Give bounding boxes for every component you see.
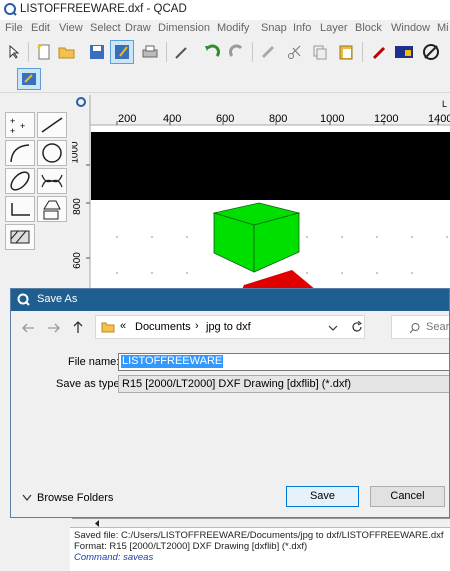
- history-line-saved: Saved file: C:/Users/LISTOFFREEWARE/Docu…: [74, 530, 444, 541]
- ruler-x-800: 800: [269, 113, 288, 125]
- secondary-toolbar: [0, 66, 450, 93]
- drawing-canvas[interactable]: 200 400 600 800 1000 1200 1400 L 1000 80…: [72, 95, 450, 300]
- pencil-icon[interactable]: [258, 42, 278, 62]
- search-box[interactable]: Sear: [391, 315, 450, 339]
- open-folder-icon[interactable]: [57, 42, 77, 62]
- ruler-x-200: 200: [118, 113, 137, 125]
- edit-mode-icon[interactable]: [17, 68, 41, 90]
- expand-chevron-icon[interactable]: [22, 494, 32, 502]
- ruler-y-800: 800: [72, 198, 83, 215]
- tool-circle[interactable]: [37, 140, 67, 166]
- menu-edit[interactable]: Edit: [31, 22, 50, 34]
- menu-bar: File Edit View Select Draw Dimension Mod…: [0, 20, 450, 38]
- menu-layer[interactable]: Layer: [320, 22, 348, 34]
- pen-icon[interactable]: [172, 42, 192, 62]
- left-panel-lower: [0, 518, 70, 570]
- save-as-dialog: Save As « Documents › jpg to dxf Sear Fi…: [10, 288, 450, 518]
- folder-icon: [101, 322, 115, 333]
- paste-icon[interactable]: [336, 42, 356, 62]
- black-band: [91, 132, 450, 200]
- svg-text:+: +: [10, 126, 15, 136]
- ruler-x-1400: 1400: [428, 113, 450, 125]
- save-type-label: Save as type:: [56, 378, 123, 390]
- ruler-x-600: 600: [216, 113, 235, 125]
- svg-text:+: +: [10, 116, 15, 126]
- copy-icon[interactable]: [310, 42, 330, 62]
- search-icon: [409, 323, 420, 334]
- dialog-titlebar[interactable]: Save As: [11, 289, 449, 311]
- menu-draw[interactable]: Draw: [125, 22, 151, 34]
- breadcrumb-prefix: «: [120, 320, 127, 332]
- menu-modify[interactable]: Modify: [217, 22, 249, 34]
- drawing-svg: [72, 95, 450, 300]
- up-arrow-icon[interactable]: [71, 319, 85, 335]
- save-as-icon[interactable]: [110, 40, 134, 64]
- file-name-label: File name:: [68, 356, 120, 368]
- tool-shapes[interactable]: [37, 196, 67, 222]
- tool-points[interactable]: + + +: [5, 112, 35, 138]
- menu-window[interactable]: Window: [391, 22, 430, 34]
- menu-more[interactable]: Mi: [437, 22, 449, 34]
- breadcrumb-documents[interactable]: Documents: [135, 321, 191, 333]
- chevron-down-icon[interactable]: [328, 324, 338, 332]
- save-disk-icon[interactable]: [87, 42, 107, 62]
- tool-line[interactable]: [37, 112, 67, 138]
- menu-info[interactable]: Info: [293, 22, 311, 34]
- tool-palette: + + +: [0, 95, 70, 300]
- main-toolbar: [0, 38, 450, 67]
- ruler-y-1000: 1000: [72, 141, 81, 164]
- circle-icon[interactable]: [421, 42, 441, 62]
- ruler-x-1200: 1200: [374, 113, 399, 125]
- tool-hatch[interactable]: [5, 224, 35, 250]
- window-title: LISTOFFREEWARE.dxf - QCAD: [20, 3, 187, 15]
- tool-spline[interactable]: [37, 168, 67, 194]
- breadcrumb-separator: ›: [195, 320, 199, 332]
- svg-text:+: +: [20, 121, 25, 131]
- menu-view[interactable]: View: [59, 22, 83, 34]
- menu-snap[interactable]: Snap: [261, 22, 287, 34]
- file-name-field[interactable]: LISTOFFREEWARE: [118, 353, 449, 371]
- browse-folders-toggle[interactable]: Browse Folders: [37, 492, 113, 504]
- zoom-corner-icon[interactable]: [76, 97, 88, 109]
- undo-icon[interactable]: [202, 42, 222, 62]
- forward-arrow-icon[interactable]: [46, 321, 62, 335]
- refresh-icon[interactable]: [351, 321, 363, 333]
- menu-block[interactable]: Block: [355, 22, 382, 34]
- ruler-y-600: 600: [72, 252, 83, 269]
- address-bar[interactable]: « Documents › jpg to dxf: [95, 315, 365, 339]
- history-line-command: Command: saveas: [74, 552, 154, 563]
- back-arrow-icon[interactable]: [20, 321, 36, 335]
- tool-polyline[interactable]: [5, 196, 35, 222]
- ruler-x-400: 400: [163, 113, 182, 125]
- tool-arc[interactable]: [5, 140, 35, 166]
- window-titlebar: LISTOFFREEWARE.dxf - QCAD: [0, 0, 450, 20]
- ruler-x-1000: 1000: [320, 113, 345, 125]
- menu-dimension[interactable]: Dimension: [158, 22, 210, 34]
- pen-color-icon[interactable]: [370, 42, 390, 62]
- command-history: Saved file: C:/Users/LISTOFFREEWARE/Docu…: [70, 527, 450, 571]
- green-cube: [212, 202, 301, 273]
- redo-icon[interactable]: [227, 42, 247, 62]
- dialog-title: Save As: [37, 293, 78, 305]
- qcad-app-icon: [4, 3, 17, 16]
- new-file-icon[interactable]: [34, 42, 54, 62]
- menu-select[interactable]: Select: [90, 22, 121, 34]
- save-type-value: R15 [2000/LT2000] DXF Drawing [dxflib] (…: [122, 378, 352, 390]
- save-button[interactable]: Save: [286, 486, 359, 507]
- print-icon[interactable]: [140, 42, 160, 62]
- tool-ellipse[interactable]: [5, 168, 35, 194]
- file-name-value: LISTOFFREEWARE: [121, 355, 224, 368]
- menu-file[interactable]: File: [5, 22, 23, 34]
- save-type-select[interactable]: R15 [2000/LT2000] DXF Drawing [dxflib] (…: [118, 375, 449, 393]
- history-line-format: Format: R15 [2000/LT2000] DXF Drawing [d…: [74, 541, 308, 552]
- select-arrow-icon[interactable]: [4, 42, 24, 62]
- breadcrumb-jpg-to-dxf[interactable]: jpg to dxf: [206, 321, 251, 333]
- ruler-corner-label: L: [442, 99, 448, 109]
- search-placeholder: Sear: [426, 321, 450, 333]
- cancel-button[interactable]: Cancel: [370, 486, 445, 507]
- cut-icon[interactable]: [285, 42, 305, 62]
- fill-color-icon[interactable]: [394, 42, 414, 62]
- dialog-app-icon: [17, 293, 30, 306]
